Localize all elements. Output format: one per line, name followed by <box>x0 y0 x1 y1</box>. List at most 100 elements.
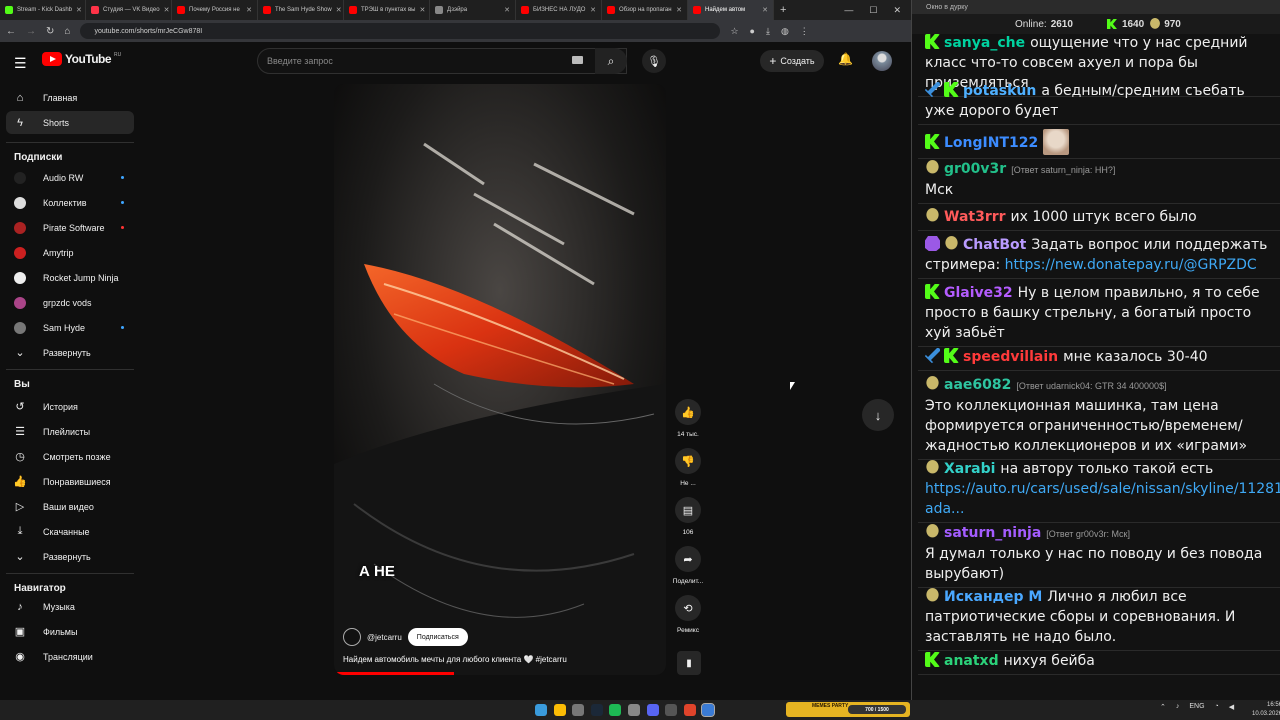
forward-icon[interactable]: → <box>26 26 36 37</box>
mic-tray-icon[interactable]: ♪ <box>1176 703 1180 711</box>
subscriptions-expand[interactable]: ⌄ Развернуть <box>6 341 134 364</box>
chat-username[interactable]: ChatBot <box>963 237 1026 253</box>
chat-username[interactable]: gr00v3r <box>944 161 1006 177</box>
shorts-channel-thumb[interactable]: ▮ <box>677 651 701 675</box>
maximize-button[interactable]: ☐ <box>869 5 877 16</box>
sidebar-item-you[interactable]: ↺ История <box>6 395 134 418</box>
browser-tab[interactable]: БИЗНЕС НА ЛУДО ✕ <box>516 0 602 20</box>
taskbar-app-icon[interactable] <box>628 704 640 716</box>
subscription-item[interactable]: Rocket Jump Ninja <box>6 266 134 289</box>
subscriptions-header[interactable]: Подписки <box>14 152 62 163</box>
url-bar[interactable]: youtube.com/shorts/mrJeCGw878I <box>80 23 721 39</box>
chat-username[interactable]: sanya_che <box>944 35 1025 51</box>
voice-search-button[interactable]: 🎙 <box>642 49 666 73</box>
chat-username[interactable]: Wat3rrr <box>944 209 1006 225</box>
tab-close-icon[interactable]: ✕ <box>336 6 342 14</box>
browser-tab[interactable]: Студия — VK Видео ✕ <box>86 0 172 20</box>
tab-close-icon[interactable]: ✕ <box>419 6 425 14</box>
like-button[interactable]: 👍 14 тыс. <box>675 399 701 438</box>
subscription-item[interactable]: Sam Hyde <box>6 316 134 339</box>
volume-icon[interactable]: ◀ <box>1229 703 1234 711</box>
chat-username[interactable]: saturn_ninja <box>944 525 1041 541</box>
chat-username[interactable]: speedvillain <box>963 349 1058 365</box>
browser-tab[interactable]: Найдем автом ✕ <box>688 0 774 20</box>
chat-username[interactable]: Xarabi <box>944 461 995 477</box>
taskbar-app-icon[interactable] <box>609 704 622 716</box>
subscription-item[interactable]: Amytrip <box>6 241 134 264</box>
bookmark-star-icon[interactable]: ☆ <box>730 26 738 37</box>
sidebar-item-home[interactable]: ⌂ Главная <box>6 86 134 109</box>
chat-username[interactable]: Искандер М <box>944 589 1042 605</box>
sidebar-item-you[interactable]: ☰ Плейлисты <box>6 420 134 443</box>
profile-icon[interactable]: ◍ <box>781 26 789 37</box>
sidebar-item-navigator[interactable]: ▣ Фильмы <box>6 620 134 643</box>
new-tab-button[interactable]: + <box>780 4 786 16</box>
close-window-button[interactable]: ✕ <box>893 5 901 16</box>
taskbar-app-icon[interactable] <box>701 703 716 717</box>
browser-tab[interactable]: ТРЭШ в пунктах вы ✕ <box>344 0 430 20</box>
chat-username[interactable]: Glaive32 <box>944 285 1013 301</box>
download-icon[interactable]: ⤓ <box>766 26 770 37</box>
subscribe-button[interactable]: Подписаться <box>407 628 468 646</box>
tab-close-icon[interactable]: ✕ <box>590 6 596 14</box>
subscription-item[interactable]: grpzdc vods <box>6 291 134 314</box>
sidebar-item-navigator[interactable]: ◉ Трансляции <box>6 645 134 668</box>
tab-close-icon[interactable]: ✕ <box>76 6 82 14</box>
menu-hamburger-icon[interactable]: ☰ <box>14 55 27 72</box>
browser-tab[interactable]: Обзор на пропаган ✕ <box>602 0 688 20</box>
taskbar-app-icon[interactable] <box>683 704 696 716</box>
sidebar-item-shorts[interactable]: ϟ Shorts <box>6 111 134 134</box>
network-icon[interactable]: ◔ <box>1215 703 1219 711</box>
comments-button[interactable]: ▤ 106 <box>675 497 701 536</box>
sidebar-item-you[interactable]: 👍 Понравившиеся <box>6 470 134 493</box>
sidebar-item-you[interactable]: ⤓ Скачанные <box>6 520 134 543</box>
tab-close-icon[interactable]: ✕ <box>676 6 682 14</box>
browser-tab[interactable]: Почему Россия не ✕ <box>172 0 258 20</box>
tab-close-icon[interactable]: ✕ <box>762 6 768 14</box>
chat-username[interactable]: LongINT122 <box>944 135 1038 151</box>
tray-chevron-icon[interactable]: ⌃ <box>1160 703 1166 711</box>
sidebar-item-you[interactable]: ◷ Смотреть позже <box>6 445 134 468</box>
taskbar-app-icon[interactable] <box>572 704 585 716</box>
next-short-button[interactable]: ↓ <box>862 399 894 431</box>
tab-close-icon[interactable]: ✕ <box>246 6 252 14</box>
browser-tab[interactable]: Дзэйра ✕ <box>430 0 516 20</box>
share-button[interactable]: ➦ Поделит... <box>673 546 703 585</box>
youtube-logo[interactable]: YouTube RU <box>42 52 121 66</box>
taskbar-app-icon[interactable] <box>665 704 678 716</box>
back-icon[interactable]: ← <box>6 26 16 37</box>
taskbar-app-icon[interactable] <box>590 704 603 716</box>
you-expand[interactable]: ⌄ Развернуть <box>6 545 134 568</box>
taskbar-app-icon[interactable] <box>646 704 659 716</box>
subscription-item[interactable]: Pirate Software <box>6 216 134 239</box>
language-indicator[interactable]: ENG <box>1189 703 1204 711</box>
subscription-item[interactable]: Коллектив <box>6 191 134 214</box>
video-progress-bar[interactable] <box>334 672 454 675</box>
chat-link[interactable]: https://new.donatepay.ru/@GRPZDC <box>1005 257 1257 273</box>
subscription-item[interactable]: Audio RW <box>6 166 134 189</box>
remix-button[interactable]: ⟲ Ремикс <box>675 595 701 634</box>
home-button-icon[interactable]: ⌂ <box>64 26 70 37</box>
taskbar-app-icon[interactable] <box>553 704 566 716</box>
notifications-bell-icon[interactable]: 🔔 <box>838 52 853 66</box>
channel-name[interactable]: @jetcarru <box>367 633 402 642</box>
clock[interactable]: 16:56 10.03.2026 <box>1252 700 1280 719</box>
minimize-button[interactable]: — <box>844 5 853 16</box>
create-button[interactable]: + Создать <box>760 50 824 72</box>
channel-avatar[interactable] <box>343 628 361 646</box>
chat-username[interactable]: anatxd <box>944 653 999 669</box>
account-avatar[interactable] <box>872 51 892 71</box>
browser-tab[interactable]: Stream - Kick Dashb ✕ <box>0 0 86 20</box>
chat-username[interactable]: potaskun <box>963 83 1036 99</box>
chat-username[interactable]: aae6082 <box>944 377 1011 393</box>
reload-icon[interactable]: ↻ <box>46 26 54 37</box>
short-title[interactable]: Найдем автомобиль мечты для любого клиен… <box>343 655 567 664</box>
sidebar-item-navigator[interactable]: ♪ Музыка <box>6 595 134 618</box>
tab-close-icon[interactable]: ✕ <box>164 6 170 14</box>
dislike-button[interactable]: 👎 Не ... <box>675 448 701 487</box>
menu-dots-icon[interactable]: ⋮ <box>800 26 809 37</box>
keyboard-icon[interactable] <box>572 56 583 64</box>
extension-icon[interactable]: ● <box>750 26 755 37</box>
taskbar-app-icon[interactable] <box>535 704 547 716</box>
short-video-player[interactable] <box>334 84 666 675</box>
